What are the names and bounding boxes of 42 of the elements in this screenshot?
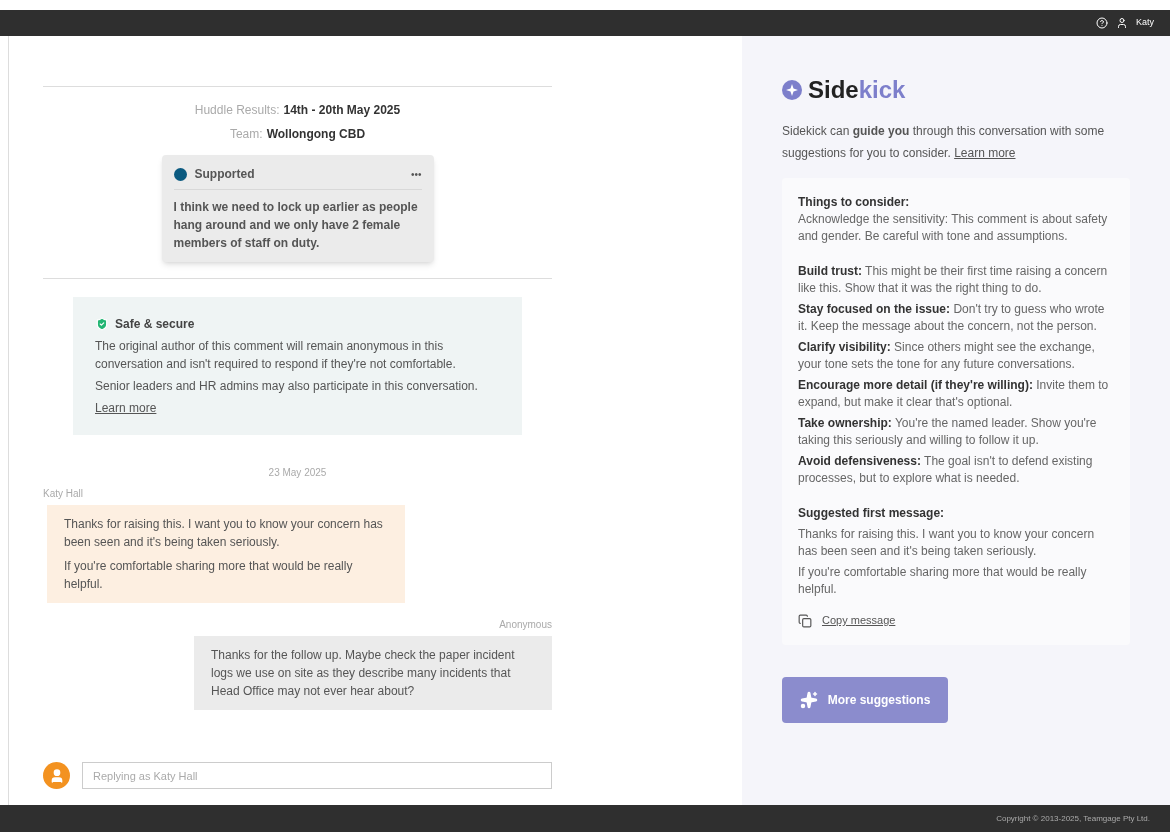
consideration-text: Stay focused on the issue: Don't try to guess who wrote it. Keep the message about the concern, not the person. bbox=[798, 301, 1106, 335]
sidekick-title: Sidekick bbox=[782, 72, 906, 108]
sidekick-intro: Sidekick can guide you through this conversation with some suggestions for you to consider. Learn more bbox=[782, 123, 1106, 162]
message-text: Thanks for the follow up. Maybe check the paper incident logs we use on site as they describe many incidents that Head Office may not ever hear about? bbox=[211, 647, 516, 700]
learn-more-link[interactable]: Learn more bbox=[95, 399, 157, 417]
consideration-text: Clarify visibility: Since others might see the exchange, your tone sets the tone for any future conversations. bbox=[798, 339, 1096, 373]
message-author: Katy Hall bbox=[43, 487, 83, 501]
avatar-icon bbox=[43, 762, 70, 789]
learn-more-link[interactable]: Learn more bbox=[954, 146, 1016, 160]
copyright-text: Copyright © 2013-2025, Teamgage Pty Ltd. bbox=[996, 812, 1150, 825]
suggested-text: If you're comfortable sharing more that would be really helpful. bbox=[798, 564, 1088, 598]
copy-icon bbox=[798, 613, 812, 628]
message-author: Anonymous bbox=[499, 618, 552, 632]
user-icon[interactable] bbox=[1116, 17, 1128, 29]
consideration-text: Build trust: This might be their first time raising a concern like this. Show that it was the right thing to do. bbox=[798, 263, 1109, 297]
more-options-button[interactable]: ••• bbox=[411, 166, 422, 182]
comment-text: I think we need to lock up earlier as people hang around and we only have 2 female members of staff on duty. bbox=[173, 199, 419, 252]
sidekick-logo-icon bbox=[782, 80, 802, 100]
results-label: Huddle Results: bbox=[194, 102, 280, 119]
consideration-text: Acknowledge the sensitivity: This comment is about safety and gender. Be careful with tone and assumptions. bbox=[798, 211, 1109, 245]
message-text: Thanks for raising this. I want you to know your concern has been seen and it's being taken seriously. bbox=[64, 516, 384, 551]
message-text: If you're comfortable sharing more that would be really helpful. bbox=[64, 558, 354, 593]
considerations-title: Things to consider: bbox=[798, 194, 911, 211]
reply-field[interactable]: Replying as Katy Hall bbox=[82, 762, 552, 789]
consideration-text: Avoid defensiveness: The goal isn't to defend existing processes, but to explore what is needed. bbox=[798, 453, 1094, 487]
sparkles-icon bbox=[799, 691, 818, 709]
consideration-text: Encourage more detail (if they're willing): Invite them to expand, but make it clear that's optional. bbox=[798, 377, 1110, 411]
user-name[interactable]: Katy bbox=[1136, 16, 1154, 30]
results-value: 14th - 20th May 2025 bbox=[283, 102, 401, 119]
shield-check-icon bbox=[95, 317, 109, 331]
team-label: Team: bbox=[229, 126, 263, 143]
status-label: Supported bbox=[194, 166, 255, 183]
suggested-title: Suggested first message: bbox=[798, 505, 946, 522]
copy-message-button[interactable]: Copy message bbox=[798, 612, 896, 629]
suggested-text: Thanks for raising this. I want you to know your concern has been seen and it's being taken seriously. bbox=[798, 526, 1096, 560]
help-icon[interactable] bbox=[1096, 17, 1108, 29]
consideration-text: Take ownership: You're the named leader. Show you're taking this seriously and willing to follow it up. bbox=[798, 415, 1098, 449]
safe-notice-text: The original author of this comment will remain anonymous in this conversation and isn't required to respond if they're not comfortable. bbox=[95, 338, 457, 373]
conversation-date: 23 May 2025 bbox=[268, 466, 327, 480]
safe-notice-text: Senior leaders and HR admins may also participate in this conversation. bbox=[95, 378, 479, 395]
safe-notice-title: Safe & secure bbox=[115, 316, 195, 333]
team-value: Wollongong CBD bbox=[266, 126, 366, 143]
